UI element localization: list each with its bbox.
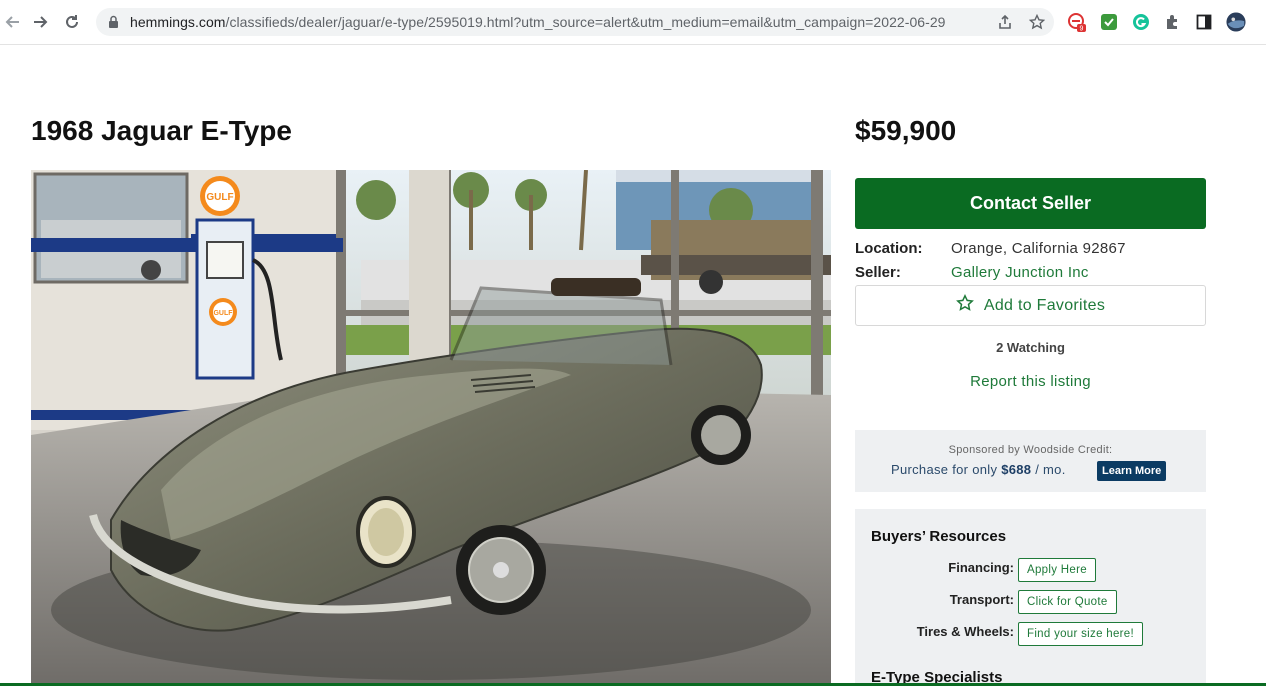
forward-icon[interactable] [29,10,53,34]
financing-label: Financing: [948,560,1014,575]
back-icon[interactable] [0,10,24,34]
listing-price: $59,900 [855,115,957,146]
seller-link[interactable]: Gallery Junction Inc [951,264,1089,281]
tires-wheels-label: Tires & Wheels: [916,624,1014,639]
transport-label: Transport: [949,592,1014,607]
learn-more-button[interactable]: Learn More [1097,461,1167,481]
watching-count: 2 Watching [996,340,1065,355]
share-icon[interactable] [996,13,1014,31]
star-icon [955,294,974,317]
find-your-size-button[interactable]: Find your size here! [1018,622,1143,646]
jaguar-e-type-image: GULF GULF [31,170,831,686]
sponsor-suffix: / mo. [1035,462,1066,477]
buyers-resources-panel: Buyers’ Resources Financing: Apply Here … [855,509,1206,686]
click-for-quote-button[interactable]: Click for Quote [1018,590,1117,614]
add-to-favorites-button[interactable]: Add to Favorites [855,285,1206,326]
extension-icon[interactable]: 9 [1066,12,1086,32]
car-photo[interactable]: GULF GULF [31,170,831,686]
lock-icon[interactable] [108,15,119,34]
sponsor-payment-text: Purchase for only $688 / mo. [891,462,1066,477]
extension-badge: 9 [1080,26,1084,33]
sponsor-amount: $688 [1001,462,1032,477]
report-listing-link[interactable]: Report this listing [855,373,1206,390]
puzzle-extensions-icon[interactable] [1163,12,1183,32]
reload-icon[interactable] [60,10,84,34]
profile-avatar[interactable] [1226,12,1246,32]
url-text[interactable]: hemmings.com/classifieds/dealer/jaguar/e… [130,14,946,30]
sponsor-prefix: Purchase for only [891,462,998,477]
bookmark-star-icon[interactable] [1028,13,1046,31]
contact-seller-button[interactable]: Contact Seller [855,178,1206,229]
favorites-label: Add to Favorites [983,296,1106,314]
sponsor-financing-box: Sponsored by Woodside Credit: Purchase f… [855,430,1206,492]
grammarly-icon[interactable] [1131,12,1151,32]
buyers-resources-title: Buyers’ Resources [871,528,1007,545]
location-value: Orange, California 92867 [951,240,1126,257]
address-bar[interactable]: hemmings.com/classifieds/dealer/jaguar/e… [96,8,1054,36]
checklist-extension-icon[interactable] [1099,12,1119,32]
side-panel-icon[interactable] [1194,12,1214,32]
browser-toolbar: hemmings.com/classifieds/dealer/jaguar/e… [0,0,1266,45]
gulf-sign-lower-text: GULF [213,310,233,317]
listing-title: 1968 Jaguar E-Type [31,115,292,146]
location-label: Location: [855,240,923,257]
seller-label: Seller: [855,264,901,281]
gulf-sign-text: GULF [206,192,233,203]
apply-here-button[interactable]: Apply Here [1018,558,1096,582]
sponsor-credit-text: Sponsored by Woodside Credit: [948,444,1113,456]
